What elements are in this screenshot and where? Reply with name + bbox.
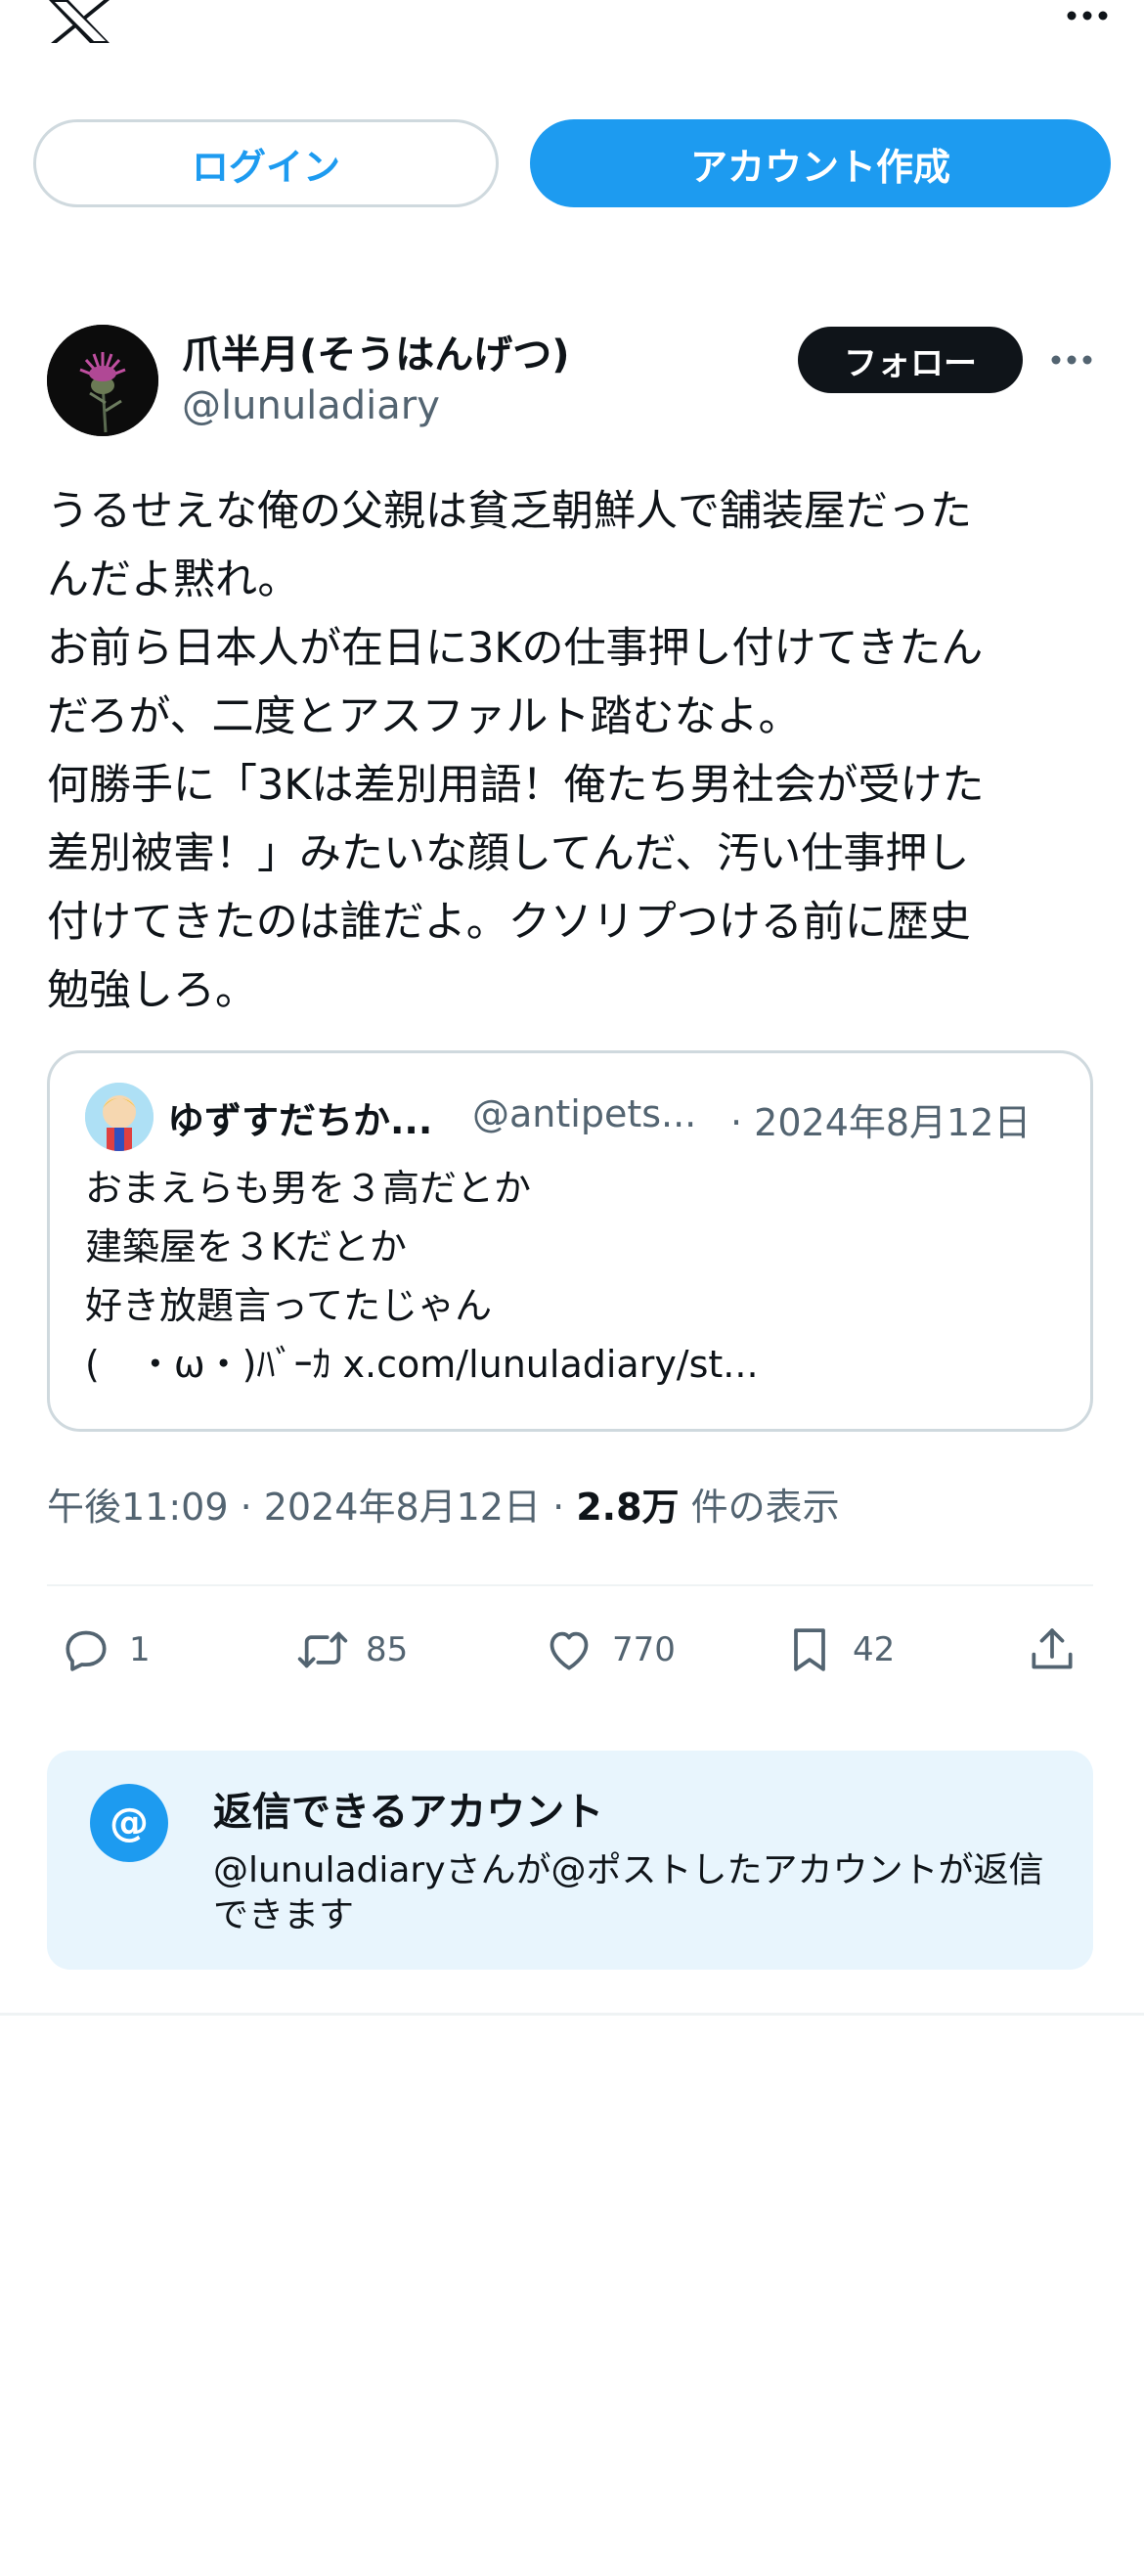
reply-restriction-panel: @ 返信できるアカウント @lunuladiaryさんが@ポストしたアカウントが… xyxy=(47,1751,1093,1970)
retweet-icon xyxy=(297,1631,348,1668)
create-account-button[interactable]: アカウント作成 xyxy=(530,119,1111,207)
cartoon-avatar-image xyxy=(85,1083,154,1151)
reply-count: 1 xyxy=(129,1630,151,1669)
login-button[interactable]: ログイン xyxy=(33,119,499,207)
mention-icon: @ xyxy=(90,1784,168,1862)
divider xyxy=(0,2013,1144,2016)
like-button[interactable]: 770 xyxy=(542,1616,676,1684)
reply-restriction-description: @lunuladiaryさんが@ポストしたアカウントが返信できます xyxy=(213,1850,1044,1935)
thistle-flower-avatar-image xyxy=(47,325,158,436)
view-count: 2.8万 xyxy=(576,1486,680,1529)
reply-icon xyxy=(66,1630,107,1671)
post-text: うるせえな俺の父親は貧乏朝鮮人で舗装屋だった んだよ黙れ。 お前ら日本人が在日に… xyxy=(47,487,985,1015)
more-icon[interactable] xyxy=(1066,6,1109,25)
author-handle[interactable]: @lunuladiary xyxy=(182,383,440,428)
reply-button[interactable]: 1 xyxy=(59,1616,151,1684)
view-count-suffix: 件の表示 xyxy=(679,1486,840,1529)
quote-avatar xyxy=(85,1083,154,1151)
share-button[interactable] xyxy=(1025,1616,1079,1684)
like-count: 770 xyxy=(612,1630,676,1669)
quote-author-handle: @antipets... xyxy=(472,1092,697,1135)
reply-restriction-title: 返信できるアカウント xyxy=(213,1790,604,1835)
retweet-button[interactable]: 85 xyxy=(295,1616,408,1684)
post-timestamp[interactable]: 午後11:09 · 2024年8月12日 · xyxy=(47,1486,576,1529)
divider xyxy=(47,1584,1093,1586)
retweet-count: 85 xyxy=(366,1630,409,1669)
author-name[interactable]: 爪半月(そうはんげつ) xyxy=(182,323,570,379)
bookmark-button[interactable]: 42 xyxy=(782,1616,895,1684)
heart-icon xyxy=(550,1631,589,1670)
author-avatar[interactable] xyxy=(47,325,158,436)
post-meta: 午後11:09 · 2024年8月12日 · 2.8万 件の表示 xyxy=(47,1477,840,1531)
quoted-post[interactable]: ゆずすだちか... @antipets... · 2024年8月12日 おまえら… xyxy=(47,1050,1093,1432)
post-more-icon[interactable] xyxy=(1050,350,1093,370)
quote-date: · 2024年8月12日 xyxy=(730,1101,1032,1144)
x-logo-icon[interactable] xyxy=(47,0,111,43)
bookmark-count: 42 xyxy=(853,1630,896,1669)
bookmark-icon xyxy=(794,1628,825,1671)
follow-button[interactable]: フォロー xyxy=(798,327,1023,393)
quote-text: おまえらも男を３高だとか 建築屋を３Kだとか 好き放題言ってたじゃん ( ・ω・… xyxy=(85,1167,759,1386)
share-icon xyxy=(1032,1628,1073,1669)
quote-author-name: ゆずすだちか... xyxy=(167,1099,433,1142)
